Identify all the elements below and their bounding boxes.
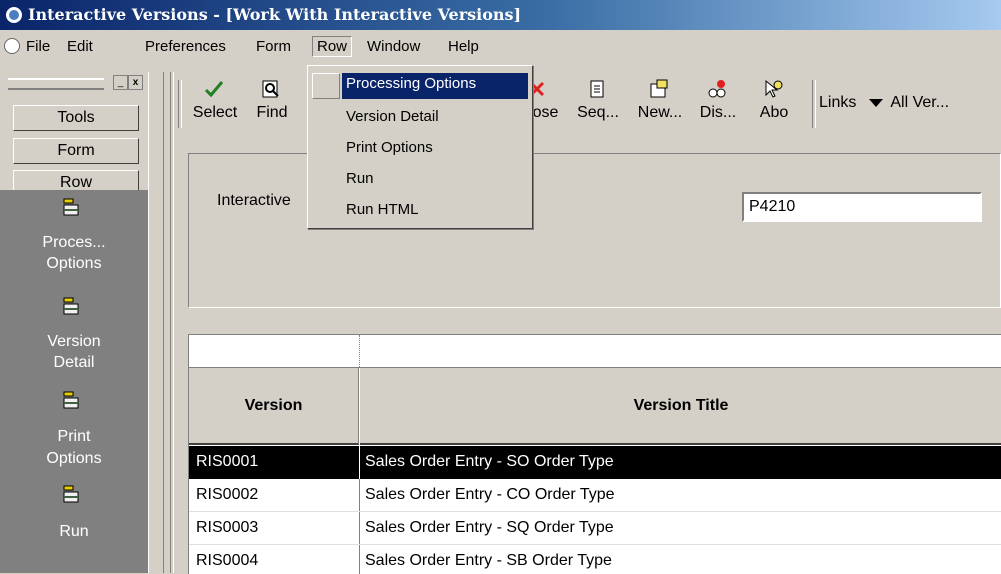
seq-button[interactable]: Seq... bbox=[568, 72, 624, 132]
nav-tab-tools[interactable]: Tools bbox=[13, 105, 139, 131]
nav-entry-label: Print bbox=[57, 428, 91, 445]
table-row[interactable]: RIS0004 Sales Order Entry - SB Order Typ… bbox=[189, 545, 1001, 574]
display-icon bbox=[708, 80, 726, 98]
menu-form[interactable]: Form bbox=[252, 37, 295, 56]
nav-tab-form[interactable]: Form bbox=[13, 138, 139, 164]
exit-bar-scrollbar[interactable] bbox=[148, 72, 164, 573]
find-label: Find bbox=[256, 104, 288, 121]
query-by-example-row[interactable] bbox=[189, 335, 1001, 368]
menu-item-run[interactable]: Run bbox=[346, 170, 374, 187]
nav-entry-label: Version bbox=[47, 333, 101, 350]
cell-version: RIS0004 bbox=[196, 552, 259, 569]
cell-divider bbox=[359, 512, 360, 545]
splitter[interactable] bbox=[170, 72, 174, 573]
row-menu-dropdown: Processing Options Version Detail Print … bbox=[307, 65, 533, 229]
application-field[interactable] bbox=[742, 192, 982, 222]
cell-divider bbox=[359, 479, 360, 512]
toolbar-separator bbox=[178, 80, 182, 128]
processing-options-icon bbox=[63, 198, 79, 216]
column-header-version-title[interactable]: Version Title bbox=[360, 368, 1001, 445]
menu-item-print-options[interactable]: Print Options bbox=[346, 139, 433, 156]
panel-grip[interactable] bbox=[8, 78, 104, 90]
links-dropdown[interactable]: Links All Ver... bbox=[819, 94, 949, 112]
links-label: Links bbox=[819, 94, 857, 111]
menu-bar: File Edit Preferences Form Row Window He… bbox=[0, 32, 1001, 62]
cell-version-title: Sales Order Entry - SB Order Type bbox=[365, 552, 612, 569]
print-options-icon bbox=[63, 391, 79, 409]
menu-edit[interactable]: Edit bbox=[63, 37, 97, 56]
seq-label: Seq... bbox=[577, 104, 619, 121]
table-row[interactable]: RIS0001 Sales Order Entry - SO Order Typ… bbox=[189, 446, 1001, 479]
find-button[interactable]: Find bbox=[242, 72, 298, 132]
run-icon bbox=[63, 485, 79, 503]
row-exit-pane: Proces... Options Version Detail Print O… bbox=[0, 190, 148, 573]
toolbar-separator bbox=[812, 80, 816, 128]
panel-close-button[interactable]: x bbox=[128, 75, 143, 90]
menu-row[interactable]: Row bbox=[312, 36, 353, 57]
about-label: Abo bbox=[759, 104, 789, 121]
versions-grid: Version Version Title RIS0001 Sales Orde… bbox=[188, 334, 1001, 574]
menu-window[interactable]: Window bbox=[363, 37, 424, 56]
interactive-application-label: Interactive bbox=[217, 192, 291, 209]
cell-version-title: Sales Order Entry - SQ Order Type bbox=[365, 519, 614, 536]
find-icon bbox=[262, 80, 279, 98]
display-label: Dis... bbox=[699, 104, 737, 121]
cell-version-title: Sales Order Entry - CO Order Type bbox=[365, 486, 615, 503]
nav-entry-label: Options bbox=[46, 255, 102, 272]
system-menu-icon[interactable] bbox=[4, 38, 20, 54]
cell-version: RIS0002 bbox=[196, 486, 259, 503]
version-detail-icon bbox=[63, 297, 79, 315]
menu-item-processing-options[interactable]: Processing Options bbox=[342, 73, 528, 99]
cell-version: RIS0001 bbox=[196, 453, 259, 470]
window-title: Interactive Versions - [Work With Intera… bbox=[28, 5, 522, 24]
menu-preferences[interactable]: Preferences bbox=[141, 37, 230, 56]
app-globe-icon bbox=[6, 7, 22, 23]
new-icon bbox=[650, 79, 668, 98]
title-bar: Interactive Versions - [Work With Intera… bbox=[0, 0, 1001, 30]
new-button[interactable]: New... bbox=[630, 72, 686, 132]
nav-entry-label: Run bbox=[59, 523, 89, 540]
menu-item-run-html[interactable]: Run HTML bbox=[346, 201, 419, 218]
menu-item-version-detail[interactable]: Version Detail bbox=[346, 108, 439, 125]
table-row[interactable]: RIS0002 Sales Order Entry - CO Order Typ… bbox=[189, 479, 1001, 512]
table-row[interactable]: RIS0003 Sales Order Entry - SQ Order Typ… bbox=[189, 512, 1001, 545]
new-label: New... bbox=[637, 104, 683, 121]
column-header-version[interactable]: Version bbox=[189, 368, 359, 445]
checkmark-icon bbox=[204, 81, 224, 98]
select-button[interactable]: Select bbox=[185, 72, 241, 132]
nav-entry-label: Proces... bbox=[42, 234, 106, 251]
cell-version: RIS0003 bbox=[196, 519, 259, 536]
links-caret-icon bbox=[868, 98, 883, 107]
about-icon bbox=[765, 79, 783, 98]
menu-file[interactable]: File bbox=[22, 37, 54, 56]
cell-divider bbox=[359, 446, 360, 479]
display-button[interactable]: Dis... bbox=[688, 72, 744, 132]
menu-help[interactable]: Help bbox=[444, 37, 483, 56]
cell-version-title: Sales Order Entry - SO Order Type bbox=[365, 453, 614, 470]
nav-entry-label: Options bbox=[46, 450, 102, 467]
nav-entry-label: Detail bbox=[53, 354, 95, 371]
qbe-divider bbox=[359, 335, 360, 367]
menu-check-gutter bbox=[312, 73, 340, 99]
sequence-icon bbox=[590, 80, 604, 98]
all-versions-label: All Ver... bbox=[890, 94, 950, 111]
select-label: Select bbox=[192, 104, 238, 121]
panel-minimize-button[interactable]: _ bbox=[113, 75, 128, 90]
about-button[interactable]: Abo bbox=[744, 72, 800, 132]
toolbar: Select Find Close Seq... New... Dis... A… bbox=[178, 72, 1001, 132]
cell-divider bbox=[359, 545, 360, 574]
